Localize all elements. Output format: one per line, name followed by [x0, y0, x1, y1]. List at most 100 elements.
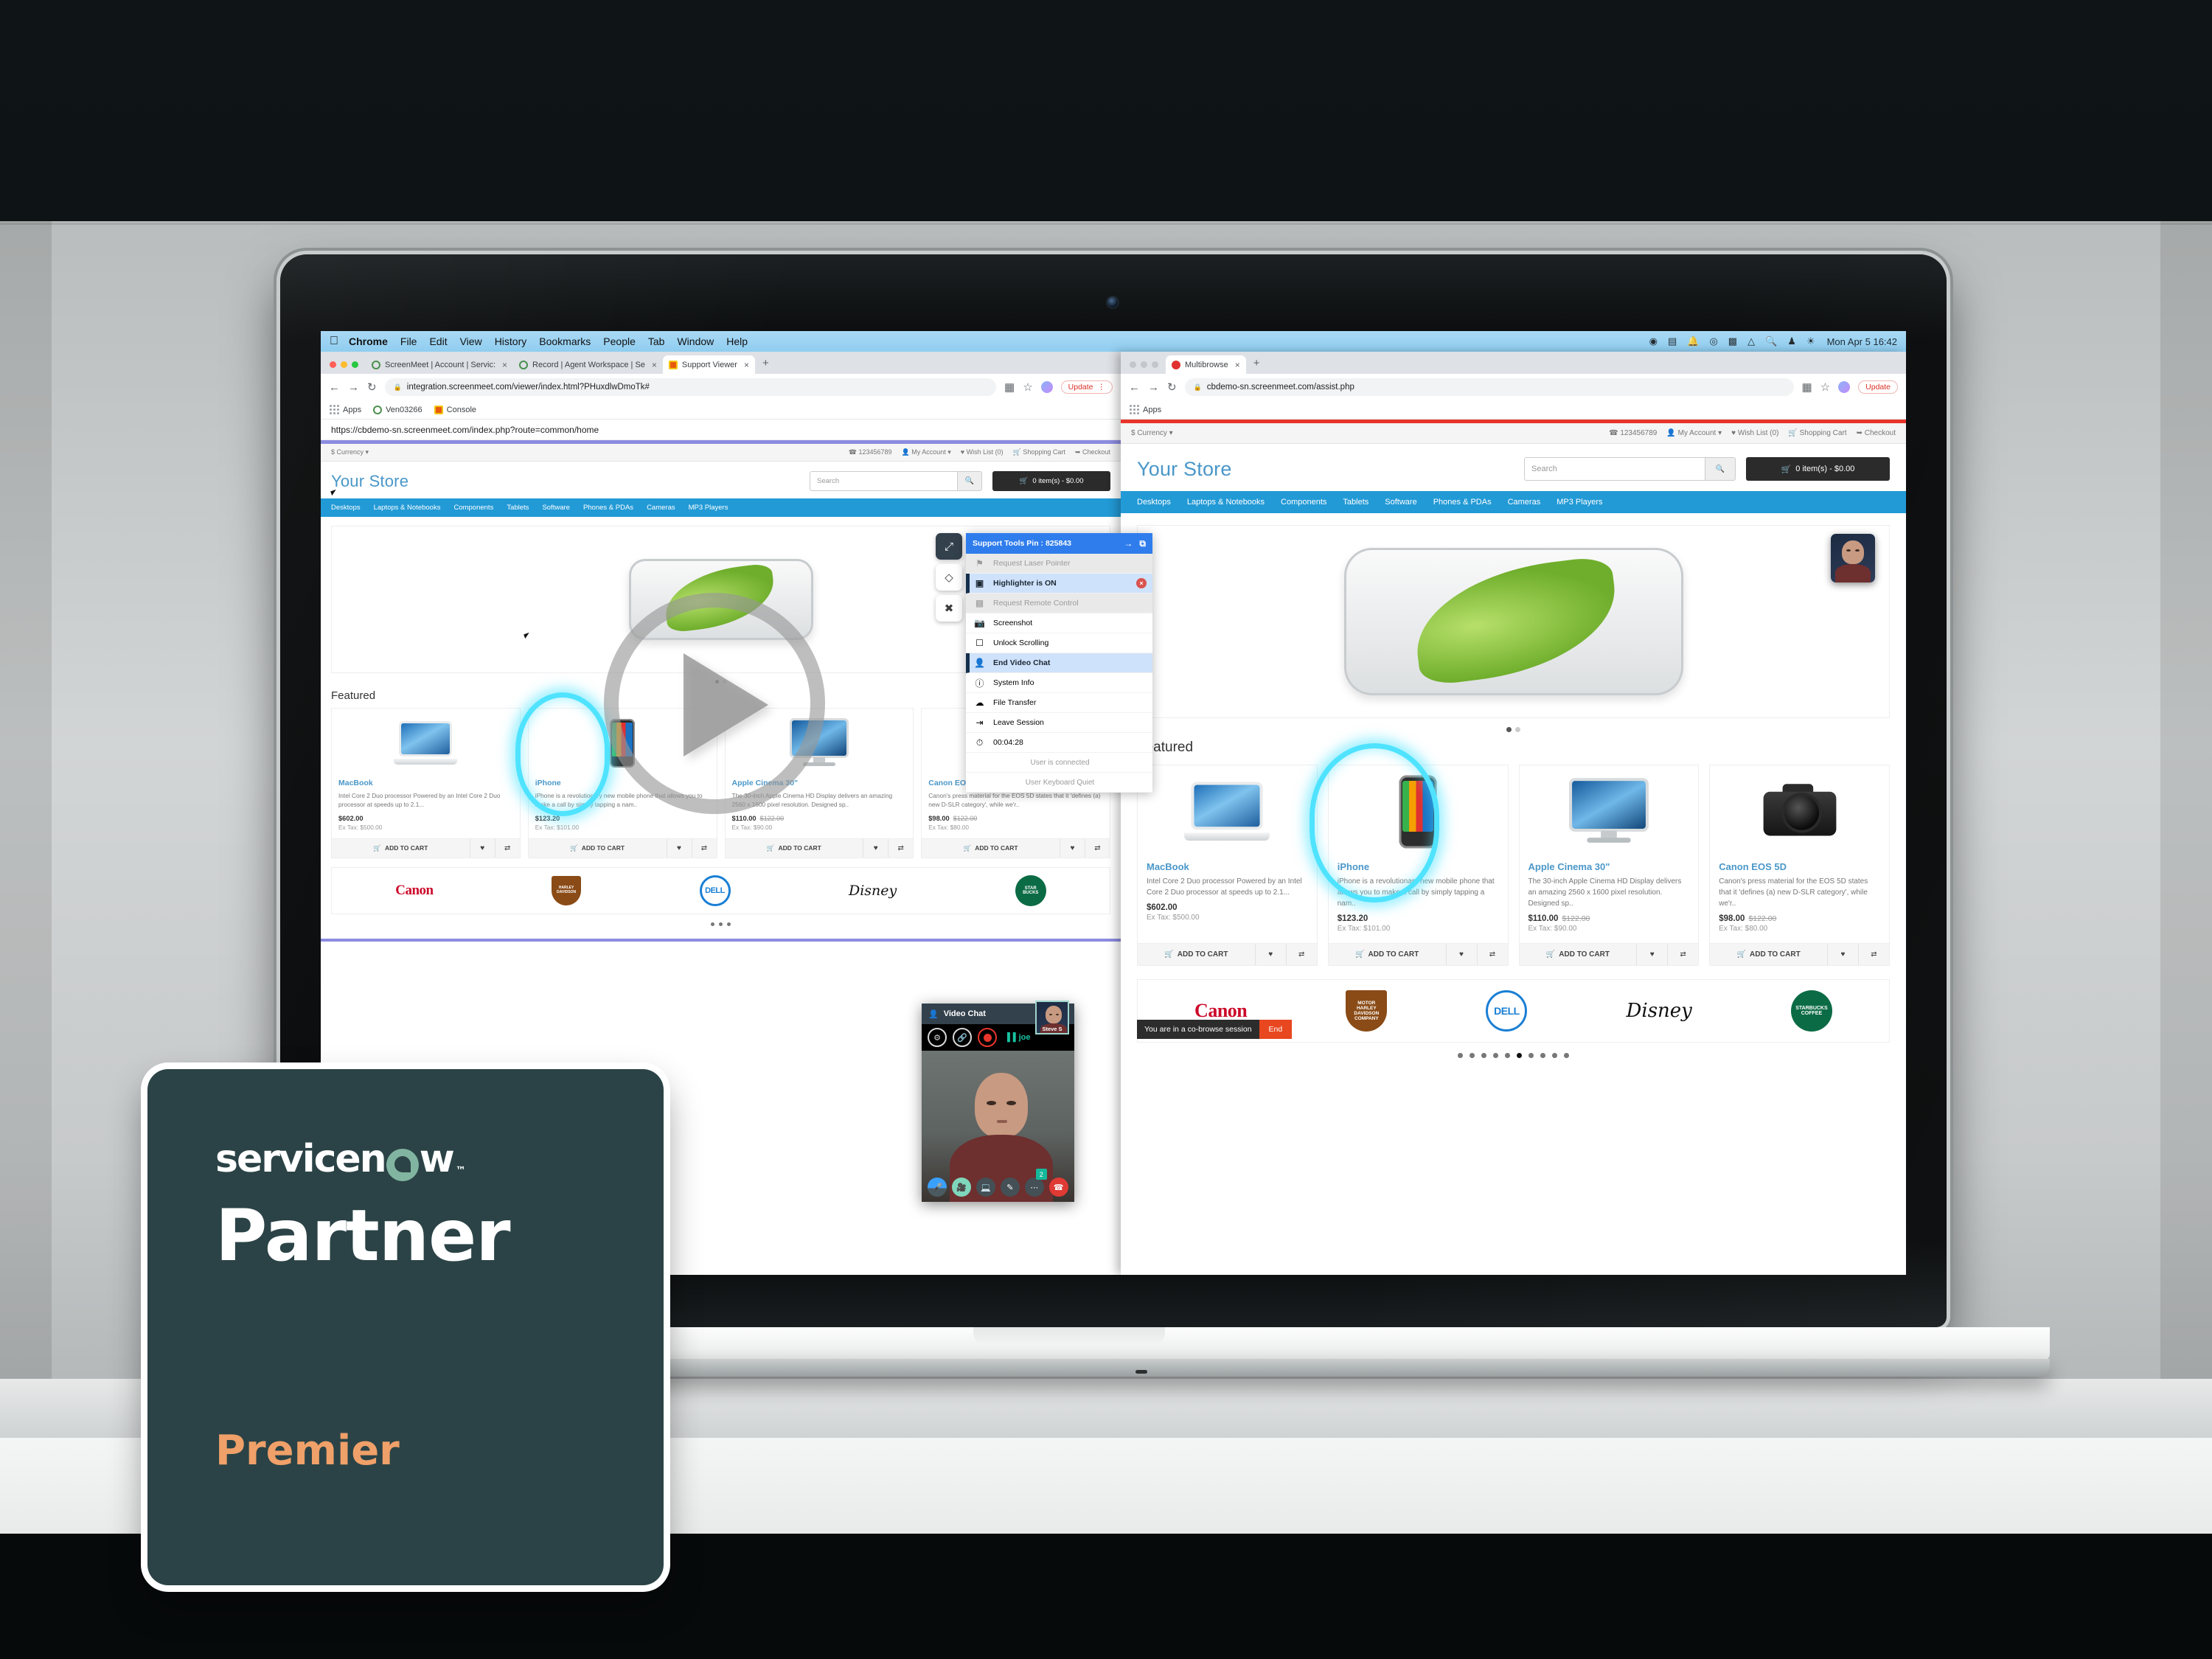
update-button[interactable]: Update ⋮ — [1060, 380, 1113, 394]
nav-tablets[interactable]: Tablets — [1343, 498, 1368, 507]
menu-window[interactable]: Window — [677, 335, 714, 347]
share-icon[interactable]: ▦ — [1802, 380, 1812, 394]
nav-phones[interactable]: Phones & PDAs — [1433, 498, 1492, 507]
add-to-cart-button[interactable]: 🛒 ADD TO CART — [529, 839, 667, 858]
wishlist-link[interactable]: ♥ Wish List (0) — [961, 448, 1004, 456]
self-view-pip[interactable]: Steve S — [1035, 1001, 1069, 1034]
popout-icon[interactable]: ⤢ — [936, 533, 962, 560]
heart-icon[interactable]: ♥ — [469, 838, 495, 858]
currency-selector[interactable]: $ Currency ▾ — [331, 448, 369, 456]
checkout-link[interactable]: ➥ Checkout — [1075, 448, 1110, 456]
disney-logo-icon[interactable]: Disney — [1627, 1000, 1692, 1022]
compare-icon[interactable]: ⇄ — [1085, 838, 1110, 858]
close-window-button[interactable] — [330, 361, 336, 368]
hero-banner[interactable] — [1137, 525, 1890, 718]
record-icon[interactable] — [978, 1028, 997, 1047]
heart-icon[interactable]: ♥ — [1254, 944, 1286, 965]
tool-highlighter[interactable]: ▣ Highlighter is ON × — [966, 574, 1152, 594]
heart-icon[interactable]: ♥ — [1827, 944, 1858, 965]
phone-link[interactable]: ☎ 123456789 — [849, 448, 892, 456]
add-to-cart-button[interactable]: 🛒 ADD TO CART — [1138, 944, 1255, 965]
heart-icon[interactable]: ♥ — [1445, 944, 1477, 965]
store-logo[interactable]: Your Store — [1137, 458, 1232, 481]
highlighter-off-badge[interactable]: × — [1136, 578, 1147, 588]
footer-carousel-dots[interactable] — [1121, 1043, 1906, 1068]
heart-icon[interactable]: ♥ — [1636, 944, 1667, 965]
share-icon[interactable]: ▦ — [1004, 380, 1015, 394]
add-to-cart-button[interactable]: 🛒 ADD TO CART — [1520, 944, 1637, 965]
back-icon[interactable]: ← — [1129, 381, 1140, 394]
product-card-canon[interactable]: Canon EOS 5D Canon's press material for … — [1709, 765, 1890, 966]
battery-icon[interactable]: ▤ — [1668, 335, 1677, 347]
starbucks-logo-icon[interactable]: STARBUCKS COFFEE — [1790, 990, 1832, 1032]
menu-bookmarks[interactable]: Bookmarks — [539, 335, 591, 347]
footer-dot[interactable] — [1458, 1053, 1463, 1058]
siri-icon[interactable]: ☀ — [1806, 335, 1815, 347]
bookmark-apps[interactable]: Apps — [330, 405, 361, 414]
gear-icon[interactable]: ⚙ — [928, 1028, 947, 1047]
end-cobrowse-button[interactable]: End — [1259, 1020, 1293, 1039]
camera-icon[interactable]: 🎥 — [952, 1178, 972, 1197]
cart-button[interactable]: 🛒 0 item(s) - $0.00 — [992, 471, 1110, 491]
heart-icon[interactable]: ♥ — [1060, 838, 1085, 858]
compare-icon[interactable]: ⇄ — [494, 838, 520, 858]
carousel-dot[interactable] — [1506, 727, 1512, 732]
bookmark-star-icon[interactable]: ☆ — [1023, 380, 1032, 394]
nav-desktops[interactable]: Desktops — [1137, 498, 1171, 507]
checkout-link[interactable]: ➥ Checkout — [1857, 429, 1896, 437]
tab-multibrowse[interactable]: Multibrowse × — [1166, 355, 1246, 374]
mic-icon[interactable]: 🎤 — [928, 1178, 947, 1197]
compare-icon[interactable]: ⇄ — [1858, 944, 1889, 965]
tab-screenmeet-account[interactable]: ScreenMeet | Account | Servic: × — [366, 355, 513, 374]
window-controls-right[interactable] — [1127, 361, 1166, 374]
compare-icon[interactable]: ⇄ — [691, 838, 717, 858]
new-tab-button[interactable]: + — [755, 357, 776, 374]
product-card-apple-cinema[interactable]: Apple Cinema 30" The 30-inch Apple Cinem… — [1518, 765, 1700, 966]
carousel-dot[interactable] — [1515, 727, 1520, 732]
nav-phones[interactable]: Phones & PDAs — [583, 504, 633, 512]
footer-dot[interactable] — [727, 922, 731, 926]
add-to-cart-button[interactable]: 🛒 ADD TO CART — [332, 839, 470, 858]
nav-laptops[interactable]: Laptops & Notebooks — [374, 504, 441, 512]
disney-logo-icon[interactable]: Disney — [849, 883, 897, 899]
draw-icon[interactable]: ✎ — [1000, 1178, 1020, 1197]
store-logo[interactable]: Your Store — [331, 472, 408, 491]
shopping-cart-link[interactable]: 🛒 Shopping Cart — [1788, 429, 1846, 437]
nav-software[interactable]: Software — [1385, 498, 1416, 507]
menu-edit[interactable]: Edit — [429, 335, 447, 347]
nav-laptops[interactable]: Laptops & Notebooks — [1187, 498, 1265, 507]
heart-icon[interactable]: ♥ — [863, 838, 888, 858]
search-input[interactable]: Search — [810, 471, 957, 491]
nav-cameras[interactable]: Cameras — [1508, 498, 1541, 507]
wishlist-link[interactable]: ♥ Wish List (0) — [1731, 429, 1778, 437]
footer-dot-active[interactable] — [1517, 1053, 1522, 1058]
bookmark-ven03266[interactable]: Ven03266 — [373, 405, 422, 414]
agent-video-pip[interactable] — [1831, 534, 1875, 582]
tool-file-transfer[interactable]: ☁ File Transfer — [966, 693, 1152, 713]
menu-history[interactable]: History — [495, 335, 527, 347]
link-icon[interactable]: 🔗 — [953, 1028, 972, 1047]
tab-support-viewer[interactable]: Support Viewer × — [662, 355, 755, 374]
hero-carousel-dots[interactable] — [1121, 718, 1906, 735]
bookmark-star-icon[interactable]: ☆ — [1820, 380, 1830, 394]
compare-icon[interactable]: ⇄ — [1476, 944, 1508, 965]
user-icon[interactable]: ♟ — [1787, 335, 1796, 347]
search-button[interactable]: 🔍 — [1705, 457, 1736, 481]
search-input[interactable]: Search — [1524, 457, 1705, 481]
product-name[interactable]: Apple Cinema 30" — [1528, 861, 1690, 872]
eraser-icon[interactable]: ◇ — [936, 564, 962, 591]
product-card-macbook[interactable]: MacBook Intel Core 2 Duo processor Power… — [331, 708, 521, 858]
footer-dot[interactable] — [1552, 1053, 1557, 1058]
search-icon[interactable]: 🔍 — [1765, 335, 1777, 347]
footer-carousel-dots[interactable] — [321, 914, 1121, 934]
product-card-macbook[interactable]: MacBook Intel Core 2 Duo processor Power… — [1137, 765, 1318, 966]
profile-avatar[interactable] — [1838, 381, 1851, 393]
add-to-cart-button[interactable]: 🛒 ADD TO CART — [922, 839, 1060, 858]
record-icon[interactable]: ◎ — [1709, 335, 1717, 347]
menu-people[interactable]: People — [603, 335, 636, 347]
reload-icon[interactable]: ↻ — [367, 380, 377, 394]
tool-request-laser-pointer[interactable]: ⚑ Request Laser Pointer — [966, 554, 1152, 574]
nav-mp3[interactable]: MP3 Players — [689, 504, 728, 512]
harley-davidson-logo-icon[interactable]: MOTOR HARLEY DAVIDSON COMPANY — [1346, 990, 1388, 1032]
my-account-link[interactable]: 👤 My Account ▾ — [902, 448, 951, 456]
